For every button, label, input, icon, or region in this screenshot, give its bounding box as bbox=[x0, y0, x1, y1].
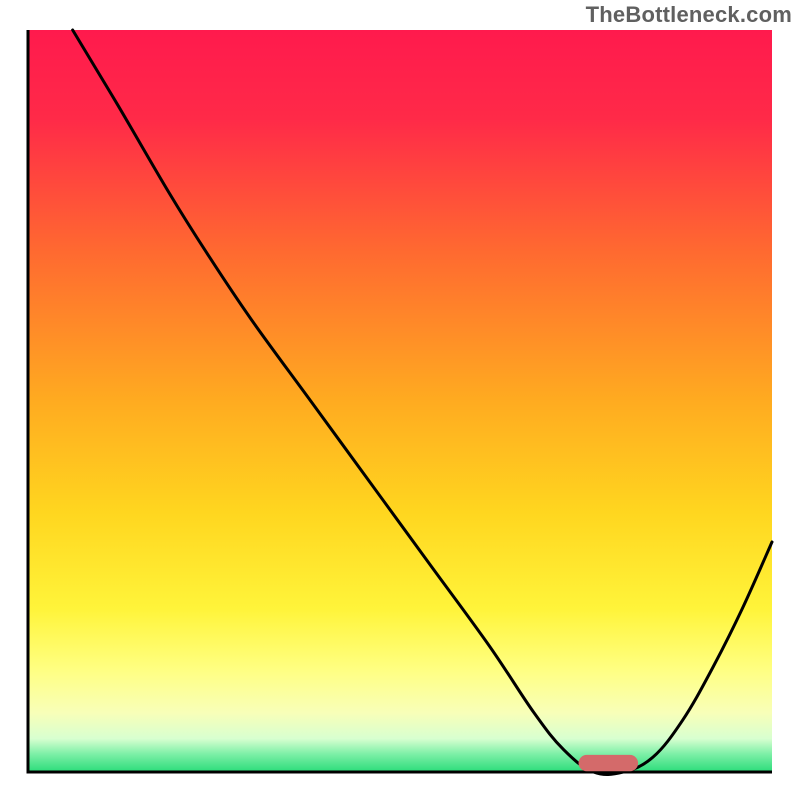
optimal-marker bbox=[579, 755, 639, 771]
chart-container: TheBottleneck.com bbox=[0, 0, 800, 800]
watermark-text: TheBottleneck.com bbox=[586, 2, 792, 28]
bottleneck-chart bbox=[0, 0, 800, 800]
